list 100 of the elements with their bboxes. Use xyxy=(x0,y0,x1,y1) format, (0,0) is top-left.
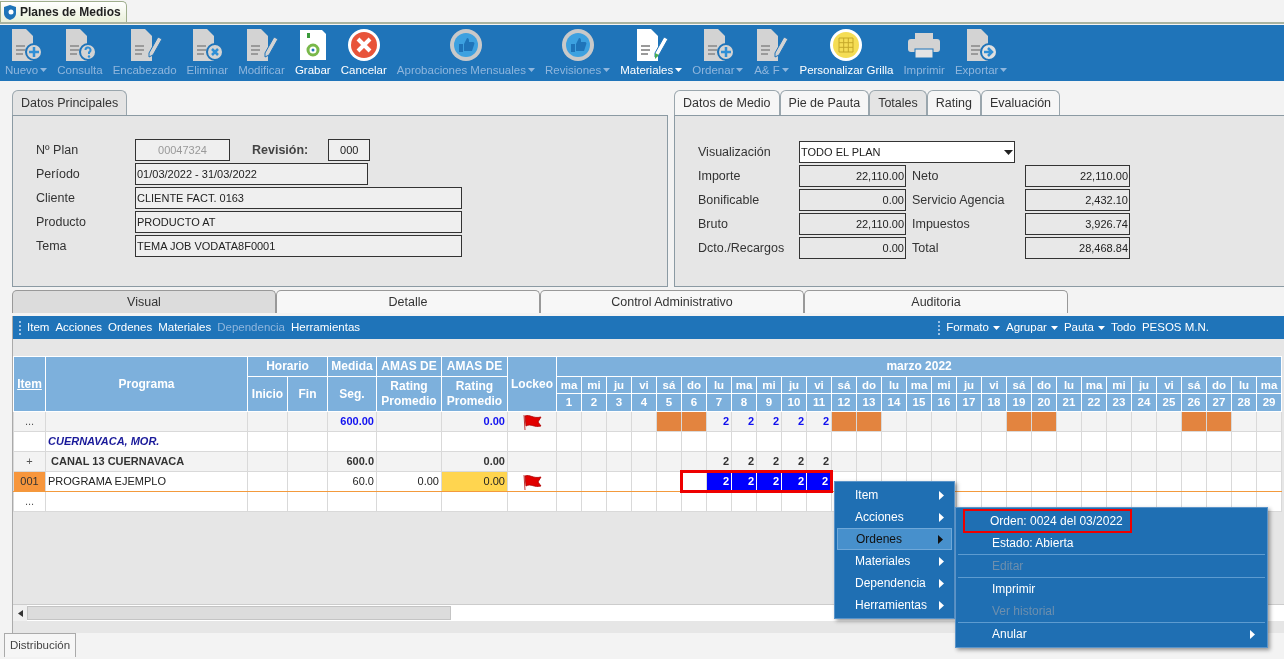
toolbar-button[interactable]: Encabezado xyxy=(107,27,182,77)
menu-item: Editar xyxy=(991,558,1025,575)
column-header[interactable]: Horario xyxy=(247,356,328,377)
input-field[interactable]: 28,468.84 xyxy=(1025,237,1130,259)
toolbar-button[interactable]: Exportar xyxy=(949,27,1013,77)
menu-button[interactable]: Ordenes xyxy=(105,318,156,337)
panel-tab[interactable]: Datos Principales xyxy=(12,90,128,115)
menu-item[interactable]: Estado: Abierta xyxy=(958,532,1265,554)
toolbar-button[interactable]: Nuevo xyxy=(0,27,53,77)
menu-button[interactable]: Agrupar xyxy=(1002,318,1061,337)
input-field[interactable]: PRODUCTO AT xyxy=(135,211,462,233)
toolbar-button[interactable]: Grabar xyxy=(289,27,336,77)
column-header[interactable]: Lockeo xyxy=(507,356,557,412)
toolbar-button[interactable]: Personalizar Grilla xyxy=(794,27,899,77)
toolbar-button[interactable]: Imprimir xyxy=(898,27,950,77)
caret-icon xyxy=(603,68,611,72)
column-header[interactable]: Seg. xyxy=(327,376,377,412)
menu-button[interactable]: Pauta xyxy=(1060,318,1108,337)
panel-tab[interactable]: Evaluación xyxy=(980,90,1061,115)
menu-item[interactable]: Imprimir xyxy=(958,578,1265,600)
panel-tab[interactable]: Datos de Medio xyxy=(674,90,780,115)
scroll-left-icon xyxy=(17,609,23,617)
toolbar-button[interactable]: A& F xyxy=(748,27,795,77)
table-cell[interactable]: 2 xyxy=(731,471,757,492)
table-cell[interactable]: 2 xyxy=(806,471,832,492)
submenu-arrow-icon xyxy=(939,600,944,610)
menu-item[interactable]: Ordenes xyxy=(837,528,952,550)
input-field[interactable]: 2,432.10 xyxy=(1025,189,1130,211)
menu-item[interactable]: Item xyxy=(837,484,952,506)
menu-button[interactable]: Todo xyxy=(1107,318,1139,337)
panel-tab[interactable]: Pie de Pauta xyxy=(779,90,870,115)
toolbar-button[interactable]: Consulta xyxy=(52,27,108,77)
caret-icon xyxy=(1050,325,1058,330)
input-field[interactable]: 22,110.00 xyxy=(799,165,906,187)
grid-tab[interactable]: Auditoria xyxy=(804,290,1068,313)
input-field[interactable]: 01/03/2022 - 31/03/2022 xyxy=(135,163,368,185)
field-label: Dcto./Recargos xyxy=(698,239,786,257)
input-field[interactable]: 0.00 xyxy=(799,237,906,259)
dropdown-field[interactable]: TODO EL PLAN xyxy=(799,141,1015,163)
panel-tab[interactable]: Rating xyxy=(926,90,981,115)
menu-item[interactable]: Orden: 0024 del 03/2022 xyxy=(964,510,1131,532)
menu-button[interactable]: Dependencia xyxy=(214,318,288,337)
grid-tab[interactable]: Control Administrativo xyxy=(540,290,804,313)
caret-icon xyxy=(1000,68,1008,72)
toolbar-button[interactable]: Revisiones xyxy=(539,27,616,77)
menu-button[interactable]: Item xyxy=(24,318,53,337)
field-label: Bonificable xyxy=(698,191,761,209)
field-label: Visualización xyxy=(698,143,772,161)
menu-item[interactable]: Anular xyxy=(958,623,1265,645)
caret-icon xyxy=(781,68,789,72)
caret-icon xyxy=(527,68,535,72)
app-tab[interactable]: Planes de Medios xyxy=(0,1,127,22)
table-cell[interactable]: 2 xyxy=(706,471,732,492)
column-header[interactable]: Rating Promedio xyxy=(376,376,442,412)
grid-tab[interactable]: Visual xyxy=(12,290,276,313)
grid-tab[interactable]: Detalle xyxy=(276,290,540,313)
table-cell: ... xyxy=(13,491,46,512)
toolbar-button[interactable]: Eliminar xyxy=(181,27,234,77)
toolbar-button[interactable]: Materiales xyxy=(615,27,688,77)
table-cell[interactable]: 2 xyxy=(756,471,782,492)
table-cell[interactable]: 2 xyxy=(781,471,807,492)
bottom-tab[interactable]: Distribución xyxy=(4,633,77,658)
menu-button[interactable]: Materiales xyxy=(155,318,215,337)
menu-item: Ver historial xyxy=(991,603,1056,620)
toolbar-button[interactable]: Ordenar xyxy=(687,27,749,77)
table-cell: 001 xyxy=(13,471,46,492)
column-header[interactable]: AMAS DE xyxy=(376,356,442,377)
field-label: Impuestos xyxy=(911,215,971,233)
column-header[interactable]: marzo 2022 xyxy=(556,356,1282,377)
input-field[interactable]: TEMA JOB VODATA8F0001 xyxy=(135,235,462,257)
caret-icon xyxy=(736,68,744,72)
field-label: Producto xyxy=(36,213,88,231)
menu-button[interactable]: PESOS M.N. xyxy=(1138,318,1212,337)
column-header[interactable]: Medida xyxy=(327,356,377,377)
input-field[interactable]: 22,110.00 xyxy=(1025,165,1130,187)
menu-button[interactable]: Herramientas xyxy=(288,318,364,337)
submenu-arrow-icon xyxy=(939,578,944,588)
grid-icon xyxy=(828,27,865,63)
input-field[interactable]: 0.00 xyxy=(799,189,906,211)
column-header[interactable]: AMAS DE xyxy=(441,356,508,377)
toolbar-button[interactable]: Aprobaciones Mensuales xyxy=(391,27,540,77)
column-header[interactable]: Programa xyxy=(45,356,248,412)
toolbar-button[interactable]: Cancelar xyxy=(335,27,392,77)
toolbar-button[interactable]: Modificar xyxy=(233,27,290,77)
table-cell: + xyxy=(13,451,46,472)
menu-item[interactable]: Materiales xyxy=(837,550,952,572)
table-cell: ... xyxy=(13,411,46,432)
field-label: Bruto xyxy=(698,215,729,233)
table-cell: 0.00 xyxy=(376,471,442,492)
menu-button[interactable]: Acciones xyxy=(52,318,106,337)
menu-item[interactable]: Dependencia xyxy=(837,572,952,594)
column-header[interactable]: Rating Promedio xyxy=(441,376,508,412)
menu-item[interactable]: Acciones xyxy=(837,506,952,528)
menu-button[interactable]: Formato xyxy=(943,318,1003,337)
menu-item[interactable]: Herramientas xyxy=(837,594,952,616)
panel-tab[interactable]: Totales xyxy=(869,90,927,115)
input-field[interactable]: CLIENTE FACT. 0163 xyxy=(135,187,462,209)
input-field[interactable]: 22,110.00 xyxy=(799,213,906,235)
input-field[interactable]: 000 xyxy=(328,139,371,161)
input-field[interactable]: 3,926.74 xyxy=(1025,213,1130,235)
